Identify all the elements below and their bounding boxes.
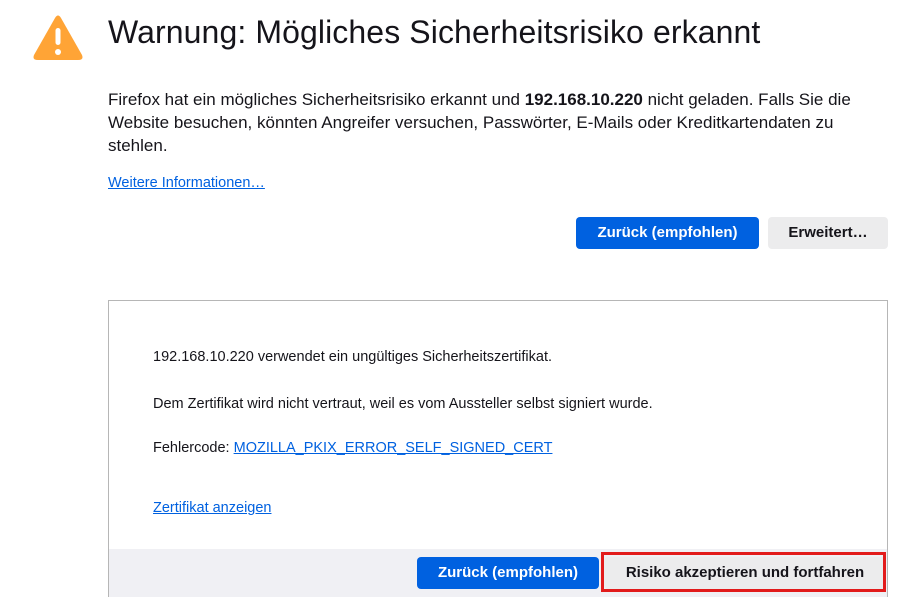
go-back-button[interactable]: Zurück (empfohlen) <box>576 217 759 249</box>
error-description: Firefox hat ein mögliches Sicherheitsris… <box>108 88 868 157</box>
error-code-label: Fehlercode: <box>153 440 234 456</box>
cert-invalid-text: 192.168.10.220 verwendet ein ungültiges … <box>153 349 553 365</box>
advanced-panel: 192.168.10.220 verwendet ein ungültiges … <box>108 300 888 597</box>
view-certificate-link[interactable]: Zertifikat anzeigen <box>153 500 271 516</box>
error-code-line: Fehlercode: MOZILLA_PKIX_ERROR_SELF_SIGN… <box>153 440 552 456</box>
advanced-panel-footer: Zurück (empfohlen) Risiko akzeptieren un… <box>109 549 887 597</box>
advanced-button[interactable]: Erweitert… <box>768 217 888 249</box>
cert-untrusted-text: Dem Zertifikat wird nicht vertraut, weil… <box>153 396 653 412</box>
description-host: 192.168.10.220 <box>524 90 643 109</box>
page-title: Warnung: Mögliches Sicherheitsrisiko erk… <box>108 14 761 50</box>
error-page: Warnung: Mögliches Sicherheitsrisiko erk… <box>0 0 919 605</box>
accept-risk-button[interactable]: Risiko akzeptieren und fortfahren <box>604 557 886 589</box>
error-code-link[interactable]: MOZILLA_PKIX_ERROR_SELF_SIGNED_CERT <box>234 440 553 456</box>
learn-more-link[interactable]: Weitere Informationen… <box>108 175 265 191</box>
go-back-button-advanced[interactable]: Zurück (empfohlen) <box>417 557 599 589</box>
description-text-1: Firefox hat ein mögliches Sicherheitsris… <box>108 90 525 109</box>
warning-icon <box>33 15 83 60</box>
